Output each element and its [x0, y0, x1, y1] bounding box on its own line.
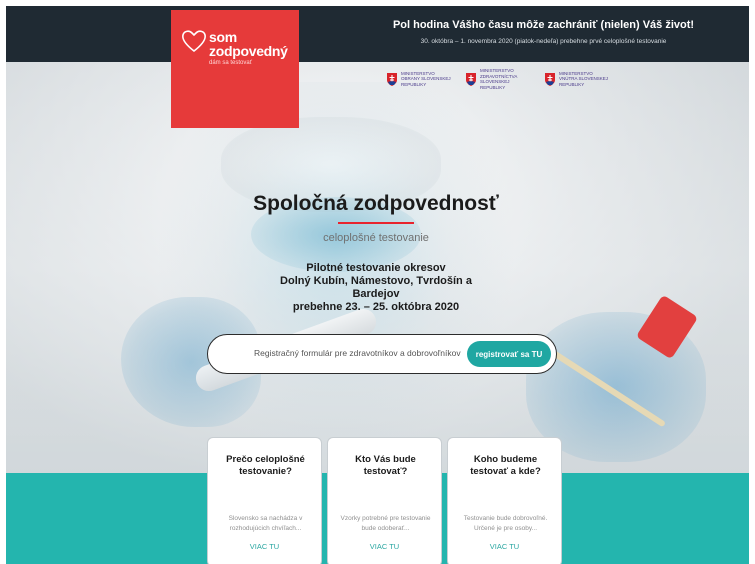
pilot-testing-info: Pilotné testovanie okresov Dolný Kubín, … — [280, 262, 472, 313]
ministry-label: MINISTERSTVO VNÚTRA SLOVENSKEJ REPUBLIKY — [559, 70, 609, 87]
register-button[interactable]: registrovať sa TU — [467, 341, 551, 367]
hero-divider — [338, 222, 414, 224]
hero-title: Spoločná zodpovednosť — [253, 192, 499, 215]
logo-title: som zodpovedný — [209, 29, 288, 59]
card-text: Slovensko sa nachádza v rozhodujúcich ch… — [228, 515, 303, 532]
ministry-logos: MINISTERSTVO OBRANY SLOVENSKEJ REPUBLIKY… — [386, 68, 609, 90]
registration-text: Registračný formulár pre zdravotníkov a … — [254, 348, 461, 358]
info-card-where[interactable]: Koho budeme testovať a kde? Testovanie b… — [447, 437, 562, 564]
info-card-why[interactable]: Prečo celoplošné testovanie? Slovensko s… — [207, 437, 322, 564]
card-link[interactable]: VIAC TU — [208, 542, 321, 551]
shield-icon — [387, 72, 397, 86]
shield-icon — [545, 72, 555, 86]
info-card-who[interactable]: Kto Vás bude testovať? Vzorky potrebné p… — [327, 437, 442, 564]
header-subtitle: 30. októbra – 1. novembra 2020 (piatok-n… — [420, 38, 667, 45]
card-title: Kto Vás bude testovať? — [355, 454, 416, 477]
card-title: Koho budeme testovať a kde? — [470, 454, 541, 477]
registration-bar: Registračný formulár pre zdravotníkov a … — [207, 334, 557, 374]
page: Pol hodina Vášho času môže zachrániť (ni… — [6, 6, 749, 564]
card-text: Vzorky potrebné pre testovanie bude odob… — [340, 515, 431, 532]
card-link[interactable]: VIAC TU — [328, 542, 441, 551]
header-title: Pol hodina Vášho času môže zachrániť (ni… — [392, 19, 695, 31]
card-text: Testovanie bude dobrovoľné. Určené je pr… — [463, 515, 548, 532]
ministry-interior-logo: MINISTERSTVO VNÚTRA SLOVENSKEJ REPUBLIKY — [544, 68, 609, 90]
site-logo[interactable]: som zodpovedný dám sa testovať — [171, 10, 299, 128]
card-link[interactable]: VIAC TU — [448, 542, 561, 551]
shield-icon — [466, 72, 476, 86]
ministry-health-logo: MINISTERSTVO ZDRAVOTNÍCTVA SLOVENSKEJ RE… — [465, 68, 530, 90]
ministry-label: MINISTERSTVO ZDRAVOTNÍCTVA SLOVENSKEJ RE… — [480, 68, 518, 90]
hero-subtitle: celoplošné testovanie — [323, 232, 429, 244]
ministry-label: MINISTERSTVO OBRANY SLOVENSKEJ REPUBLIKY — [401, 70, 451, 87]
heart-icon — [182, 30, 206, 53]
card-title: Prečo celoplošné testovanie? — [226, 454, 305, 477]
logo-subtitle: dám sa testovať — [209, 60, 252, 66]
ministry-defence-logo: MINISTERSTVO OBRANY SLOVENSKEJ REPUBLIKY — [386, 68, 451, 90]
site-header: Pol hodina Vášho času môže zachrániť (ni… — [6, 6, 749, 62]
